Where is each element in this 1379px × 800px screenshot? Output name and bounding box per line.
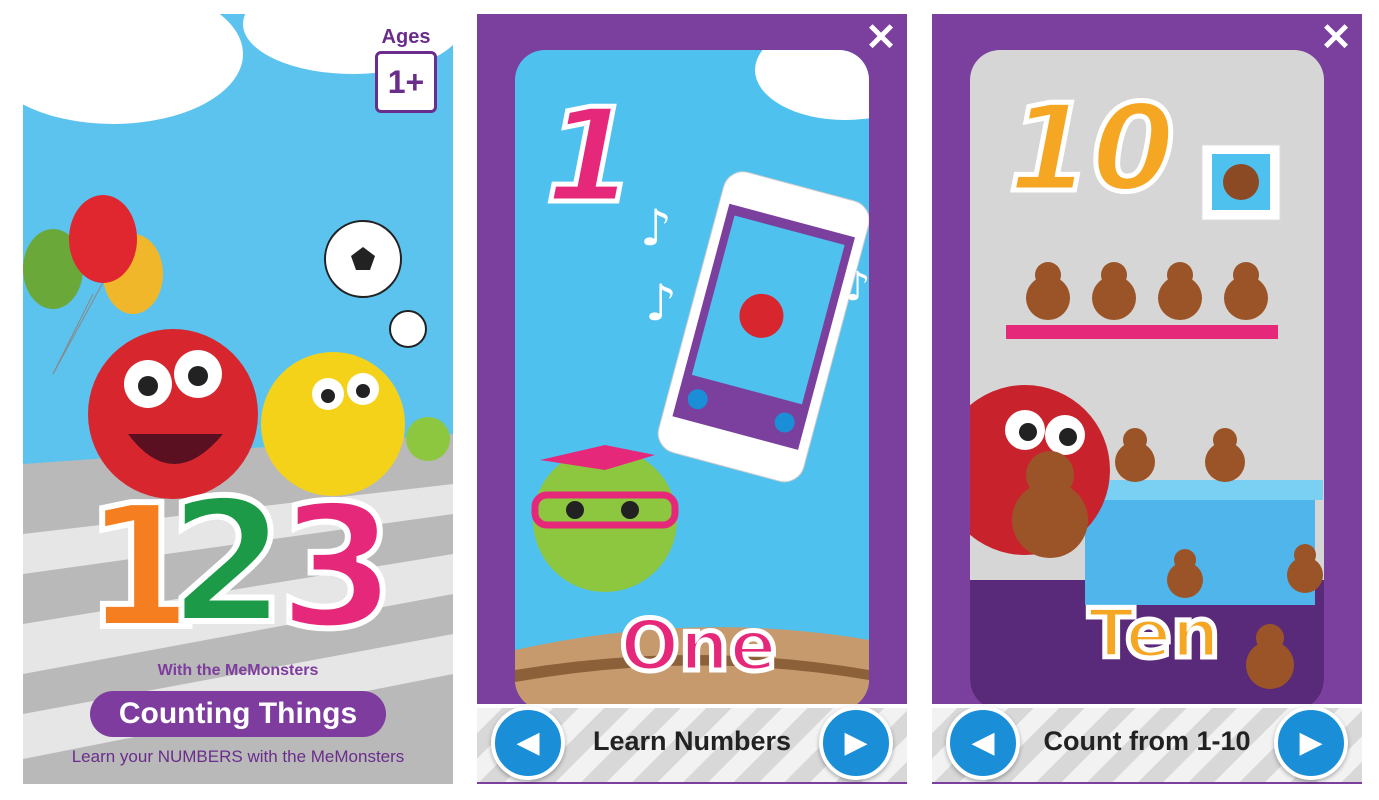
number-three: 3 bbox=[275, 466, 399, 670]
bar-label: Learn Numbers bbox=[592, 726, 792, 756]
close-icon[interactable]: ✕ bbox=[865, 18, 897, 58]
number-label: 1 bbox=[542, 78, 637, 235]
close-icon[interactable]: ✕ bbox=[1320, 18, 1352, 58]
learn-card: ♪ ♪ ♪ 1 One bbox=[515, 50, 869, 710]
number-word: Ten bbox=[1086, 593, 1223, 677]
pink-shelf bbox=[1006, 325, 1278, 339]
red-balloon bbox=[69, 195, 137, 283]
svg-text:♪: ♪ bbox=[640, 199, 672, 257]
count-panel: ✕ 10 Ten ◀ ▶ Count from 1-10 bbox=[932, 14, 1362, 784]
count-card: 10 Ten bbox=[970, 50, 1324, 710]
cover-title: Counting Things bbox=[90, 691, 386, 737]
green-monster bbox=[406, 417, 450, 461]
learn-numbers-panel: ✕ ♪ ♪ ♪ 1 One ◀ ▶ Learn Numbers bbox=[477, 14, 907, 784]
bar-label: Count from 1-10 bbox=[1043, 726, 1251, 756]
svg-text:♪: ♪ bbox=[845, 264, 869, 310]
svg-text:♪: ♪ bbox=[645, 274, 677, 332]
cover-panel: Ages 1+ 1 2 3 With the MeMonsters Counti… bbox=[23, 14, 453, 784]
cover-tagline: Learn your NUMBERS with the MeMonsters bbox=[71, 747, 405, 766]
number-label: 10 bbox=[1006, 78, 1178, 222]
number-two: 2 bbox=[165, 461, 289, 665]
ages-label: Ages bbox=[381, 26, 431, 48]
age-rating: Ages 1+ bbox=[375, 26, 437, 113]
teddy-bear-icon bbox=[1223, 164, 1259, 200]
cover-subtitle: With the MeMonsters bbox=[157, 662, 319, 679]
ages-value: 1+ bbox=[375, 51, 437, 113]
number-word: One bbox=[618, 603, 780, 690]
